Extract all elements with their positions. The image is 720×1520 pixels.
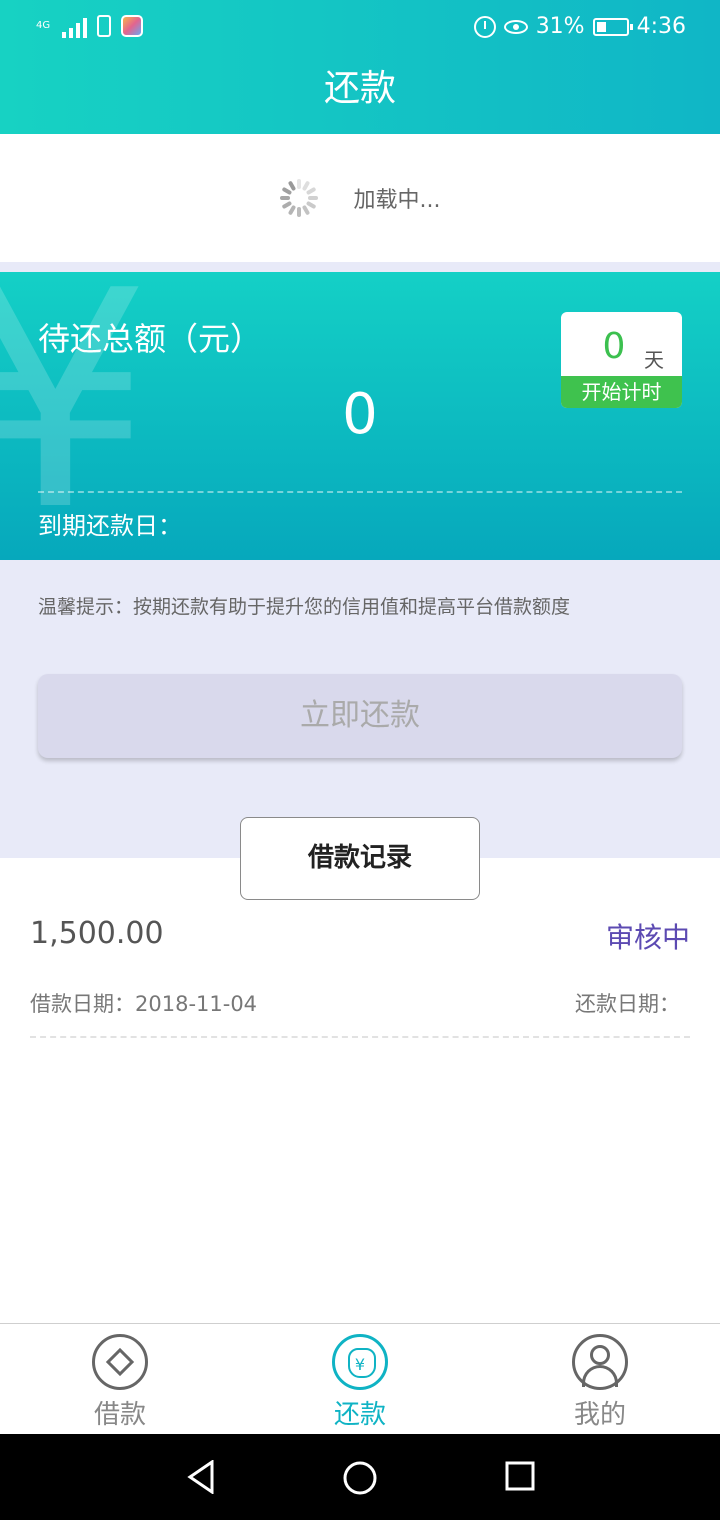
battery-percent: 31%	[535, 14, 585, 39]
vibrate-icon	[97, 15, 112, 37]
status-badge: 审核中	[605, 921, 690, 954]
home-icon[interactable]	[342, 1460, 378, 1496]
clock: 4:36	[636, 14, 686, 39]
record-amount: 1,500.00	[30, 916, 164, 951]
recent-apps-icon[interactable]	[504, 1460, 536, 1492]
tab-label: 我的	[573, 1400, 626, 1430]
total-due-label: 待还总额（元）	[38, 320, 263, 358]
tips-section: 温馨提示：按期还款有助于提升您的信用值和提高平台借款额度 立即还款	[0, 560, 720, 858]
repayment-summary-card: ¥ 待还总额（元） 0 0 天 开始计时 到期还款日：	[0, 272, 720, 560]
tab-label: 还款	[333, 1400, 386, 1430]
network-type: 4G	[36, 20, 51, 31]
section-divider	[0, 262, 720, 272]
repay-date: 还款日期：	[575, 992, 680, 1016]
app-header: 4G 31% 4:36 还款	[0, 0, 720, 134]
days-counter-label: 开始计时	[561, 376, 682, 408]
dashed-divider	[38, 491, 682, 493]
borrow-date: 借款日期：2018-11-04	[30, 992, 258, 1016]
loan-records-button[interactable]: 借款记录	[240, 817, 480, 900]
diamond-icon	[92, 1334, 148, 1390]
eye-comfort-icon	[503, 19, 528, 34]
list-item[interactable]: 1,500.00 审核中 借款日期：2018-11-04 还款日期：	[30, 906, 690, 1038]
due-date-label: 到期还款日：	[38, 512, 182, 540]
spinner-icon	[279, 179, 318, 217]
user-icon	[572, 1334, 628, 1390]
page-title: 还款	[323, 68, 396, 109]
loading-indicator: 加载中...	[0, 134, 720, 262]
days-unit: 天	[644, 348, 664, 372]
signal-icon	[62, 14, 88, 38]
money-bag-icon: ¥	[332, 1334, 388, 1390]
tab-borrow[interactable]: 借款	[30, 1324, 210, 1435]
bottom-tab-bar: 借款 ¥ 还款 我的	[0, 1323, 720, 1434]
battery-icon	[592, 17, 633, 36]
days-counter: 0 天 开始计时	[561, 312, 682, 408]
tab-mine[interactable]: 我的	[510, 1324, 690, 1435]
tab-repay[interactable]: ¥ 还款	[270, 1324, 450, 1435]
system-navigation-bar	[0, 1434, 720, 1520]
repay-now-button[interactable]: 立即还款	[38, 674, 682, 758]
tip-text: 温馨提示：按期还款有助于提升您的信用值和提高平台借款额度	[38, 596, 571, 618]
loading-text: 加载中...	[353, 188, 441, 213]
app-notification-icon	[121, 15, 144, 37]
alarm-icon	[473, 15, 496, 38]
status-bar: 4G 31% 4:36	[0, 0, 720, 62]
tab-label: 借款	[93, 1400, 146, 1430]
